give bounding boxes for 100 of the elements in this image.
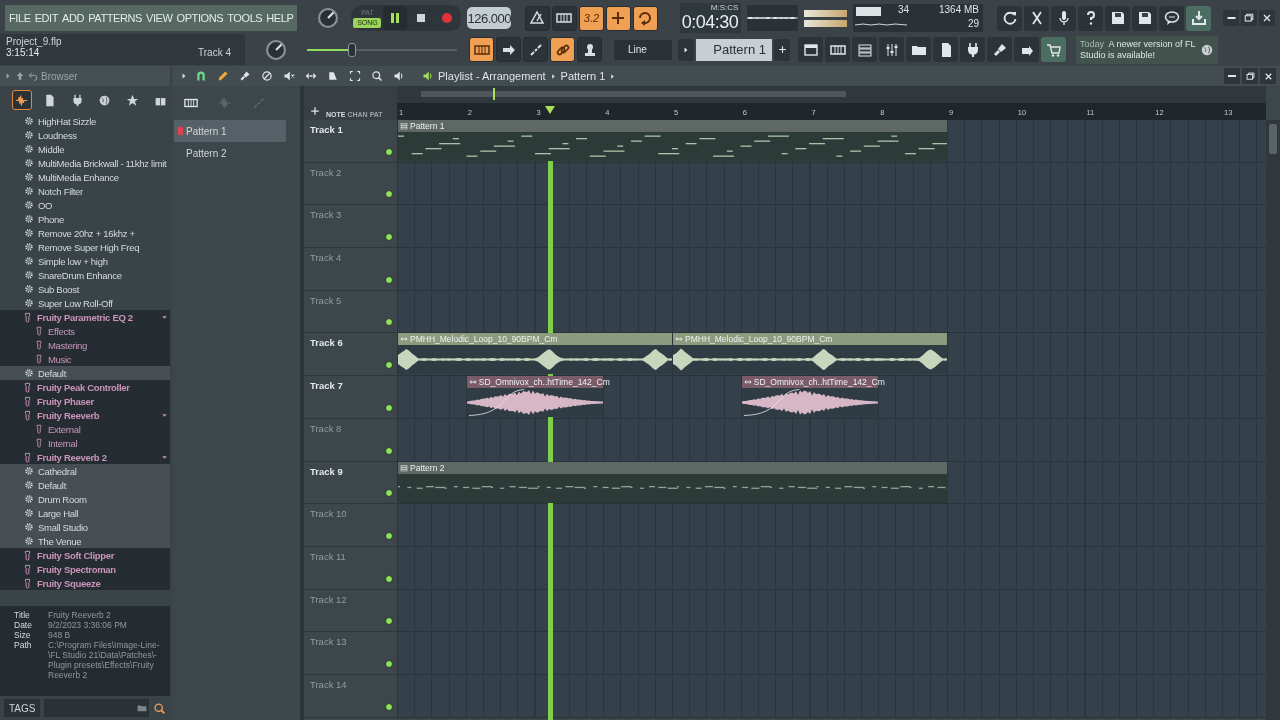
browser-item[interactable]: Loudness: [0, 128, 170, 142]
link-toggle[interactable]: [550, 37, 575, 62]
download-button[interactable]: [1186, 5, 1211, 31]
save-button[interactable]: [1105, 5, 1130, 31]
track-lane[interactable]: Pattern 2: [397, 461, 1266, 505]
browser-item[interactable]: Remove 20hz + 16khz +: [0, 226, 170, 240]
piano-roll-button[interactable]: [825, 37, 850, 62]
restore-button[interactable]: [1241, 10, 1257, 26]
stamp-toggle[interactable]: [577, 37, 602, 62]
browser-item[interactable]: Fruity Spectroman: [0, 562, 170, 576]
menu-item[interactable]: TOOLS: [227, 12, 263, 24]
browser-item[interactable]: Effects: [0, 324, 170, 338]
help-button[interactable]: [1078, 5, 1103, 31]
track-enable-led[interactable]: [385, 318, 393, 327]
browser-item[interactable]: Small Studio: [0, 520, 170, 534]
brush-button[interactable]: [987, 37, 1012, 62]
browser-button[interactable]: [906, 37, 931, 62]
browser-item[interactable]: Fruity Reeverb 2: [0, 450, 170, 464]
current-pattern-label[interactable]: Pattern 1: [560, 70, 606, 82]
add-pattern-button[interactable]: [774, 38, 790, 61]
pause-button[interactable]: [383, 6, 408, 30]
browser-item[interactable]: Cathedral: [0, 464, 170, 478]
browser-item[interactable]: Fruity Reeverb: [0, 408, 170, 422]
arrow-toggle[interactable]: [496, 37, 521, 62]
tags-button[interactable]: TAGS: [4, 699, 41, 717]
browser-item[interactable]: Fruity Soft Clipper: [0, 548, 170, 562]
news-panel[interactable]: Today A newer version of FL Studio is available!: [1076, 35, 1218, 64]
keyboard-toggle[interactable]: [469, 37, 494, 62]
save-variant-button[interactable]: [1132, 5, 1157, 31]
browser-item[interactable]: Phone: [0, 212, 170, 226]
track-enable-led[interactable]: [385, 147, 393, 156]
browser-item[interactable]: The Venue: [0, 534, 170, 548]
browser-item[interactable]: Large Hall: [0, 506, 170, 520]
snap-dropdown[interactable]: Line: [614, 39, 672, 60]
overview-scrollbar[interactable]: [397, 86, 1266, 103]
refresh-button[interactable]: [997, 5, 1022, 31]
menu-item[interactable]: OPTIONS: [176, 12, 224, 24]
browser-item[interactable]: Music: [0, 352, 170, 366]
menu-item[interactable]: VIEW: [146, 12, 173, 24]
cart-button[interactable]: [1041, 37, 1066, 62]
vertical-scrollbar[interactable]: [1266, 120, 1280, 720]
channel-rack-button[interactable]: [852, 37, 877, 62]
track-lane[interactable]: SD_Omnivox_ch..htTime_142_Cm SD_Omnivox_ch..htTime_142_Cm: [397, 376, 1266, 419]
keyboard-toggle[interactable]: [551, 5, 577, 31]
close-button[interactable]: [1259, 10, 1275, 26]
browser-item[interactable]: External: [0, 422, 170, 436]
file-button[interactable]: [933, 37, 958, 62]
browser-item[interactable]: Simple low + high: [0, 254, 170, 268]
minimize-button[interactable]: [1223, 10, 1239, 26]
track-enable-led[interactable]: [385, 446, 393, 455]
microphone-button[interactable]: [1051, 5, 1076, 31]
browser-item[interactable]: Default: [0, 366, 170, 380]
track-enable-led[interactable]: [385, 531, 393, 540]
keyboard-plus-toggle[interactable]: [605, 5, 631, 31]
browser-item[interactable]: OO: [0, 198, 170, 212]
browser-item[interactable]: SnareDrum Enhance: [0, 268, 170, 282]
cross-button[interactable]: [1024, 5, 1049, 31]
track-enable-led[interactable]: [385, 190, 393, 199]
browser-item[interactable]: Drum Room: [0, 492, 170, 506]
master-pitch-slider[interactable]: [307, 42, 457, 57]
menu-item[interactable]: EDIT: [34, 12, 59, 24]
track-enable-led[interactable]: [385, 361, 393, 370]
browser-item[interactable]: Internal: [0, 436, 170, 450]
mixer-button[interactable]: [879, 37, 904, 62]
track-enable-led[interactable]: [385, 574, 393, 583]
metronome-toggle[interactable]: [524, 5, 550, 31]
menu-item[interactable]: FILE: [9, 12, 31, 24]
chat-button[interactable]: [1159, 5, 1184, 31]
menu-item[interactable]: HELP: [266, 12, 294, 24]
browser-item[interactable]: Mastering: [0, 338, 170, 352]
track-enable-led[interactable]: [385, 617, 393, 626]
browser-item[interactable]: Sub Boost: [0, 282, 170, 296]
track-lane[interactable]: Pattern 1: [397, 120, 1266, 163]
snap-toggle[interactable]: 3.2: [578, 5, 604, 31]
track-enable-led[interactable]: [385, 403, 393, 412]
browser-item[interactable]: Fruity Peak Controller: [0, 380, 170, 394]
close-button[interactable]: [1260, 68, 1276, 84]
pattern-selector[interactable]: Pattern 1: [696, 38, 772, 61]
track-enable-led[interactable]: [385, 659, 393, 668]
playhead-marker-icon[interactable]: [545, 106, 556, 114]
tempo-display[interactable]: 126.000: [467, 7, 511, 29]
browser-item[interactable]: Fruity Squeeze: [0, 576, 170, 590]
browser-tab[interactable]: [12, 90, 32, 110]
track-enable-led[interactable]: [385, 702, 393, 711]
restore-button[interactable]: [1242, 68, 1258, 84]
menu-item[interactable]: PATTERNS: [88, 12, 142, 24]
track-enable-led[interactable]: [385, 489, 393, 498]
browser-item[interactable]: Middle: [0, 142, 170, 156]
menu-item[interactable]: ADD: [62, 12, 85, 24]
pattern-list-item[interactable]: Pattern 1: [174, 120, 286, 142]
browser-item[interactable]: MultiMedia Brickwall - 11khz limit: [0, 156, 170, 170]
track-enable-led[interactable]: [385, 275, 393, 284]
pattern-menu-button[interactable]: [678, 38, 694, 61]
minimize-button[interactable]: [1224, 68, 1240, 84]
pattern-clip[interactable]: Pattern 2: [398, 461, 947, 503]
browser-item[interactable]: Fruity Parametric EQ 2: [0, 310, 170, 324]
track-enable-led[interactable]: [385, 233, 393, 242]
loop-toggle[interactable]: [632, 5, 658, 31]
playlist-button[interactable]: [798, 37, 823, 62]
browser-item[interactable]: Notch Filter: [0, 184, 170, 198]
